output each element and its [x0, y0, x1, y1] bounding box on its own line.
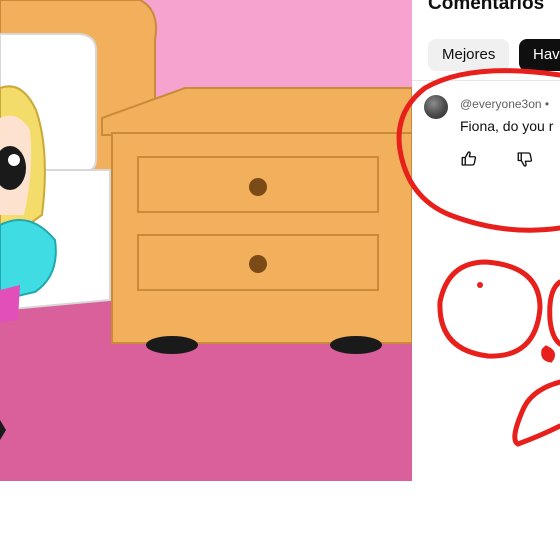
thumbs-down-icon[interactable]	[516, 150, 534, 168]
comment-item: @everyone3on • Fiona, do you r	[412, 88, 560, 178]
comment-text: Fiona, do you r	[460, 118, 554, 134]
dresser-foot	[146, 336, 198, 354]
filter-chip-best[interactable]: Mejores	[428, 39, 510, 71]
panel-title: Comentarios	[428, 0, 545, 14]
thumbs-up-icon[interactable]	[460, 150, 478, 168]
drawer-knob	[249, 255, 267, 273]
dresser-foot	[330, 336, 382, 354]
cartoon-scene	[0, 0, 412, 481]
comment-author[interactable]: @everyone3on •	[460, 97, 549, 111]
avatar[interactable]	[424, 95, 448, 119]
comments-panel: Comentarios Mejores Hav @everyone3on • F…	[412, 0, 560, 560]
drawer-knob	[249, 178, 267, 196]
filter-chip-new[interactable]: Hav	[519, 39, 560, 71]
video-frame[interactable]	[0, 0, 412, 481]
divider	[412, 80, 560, 81]
